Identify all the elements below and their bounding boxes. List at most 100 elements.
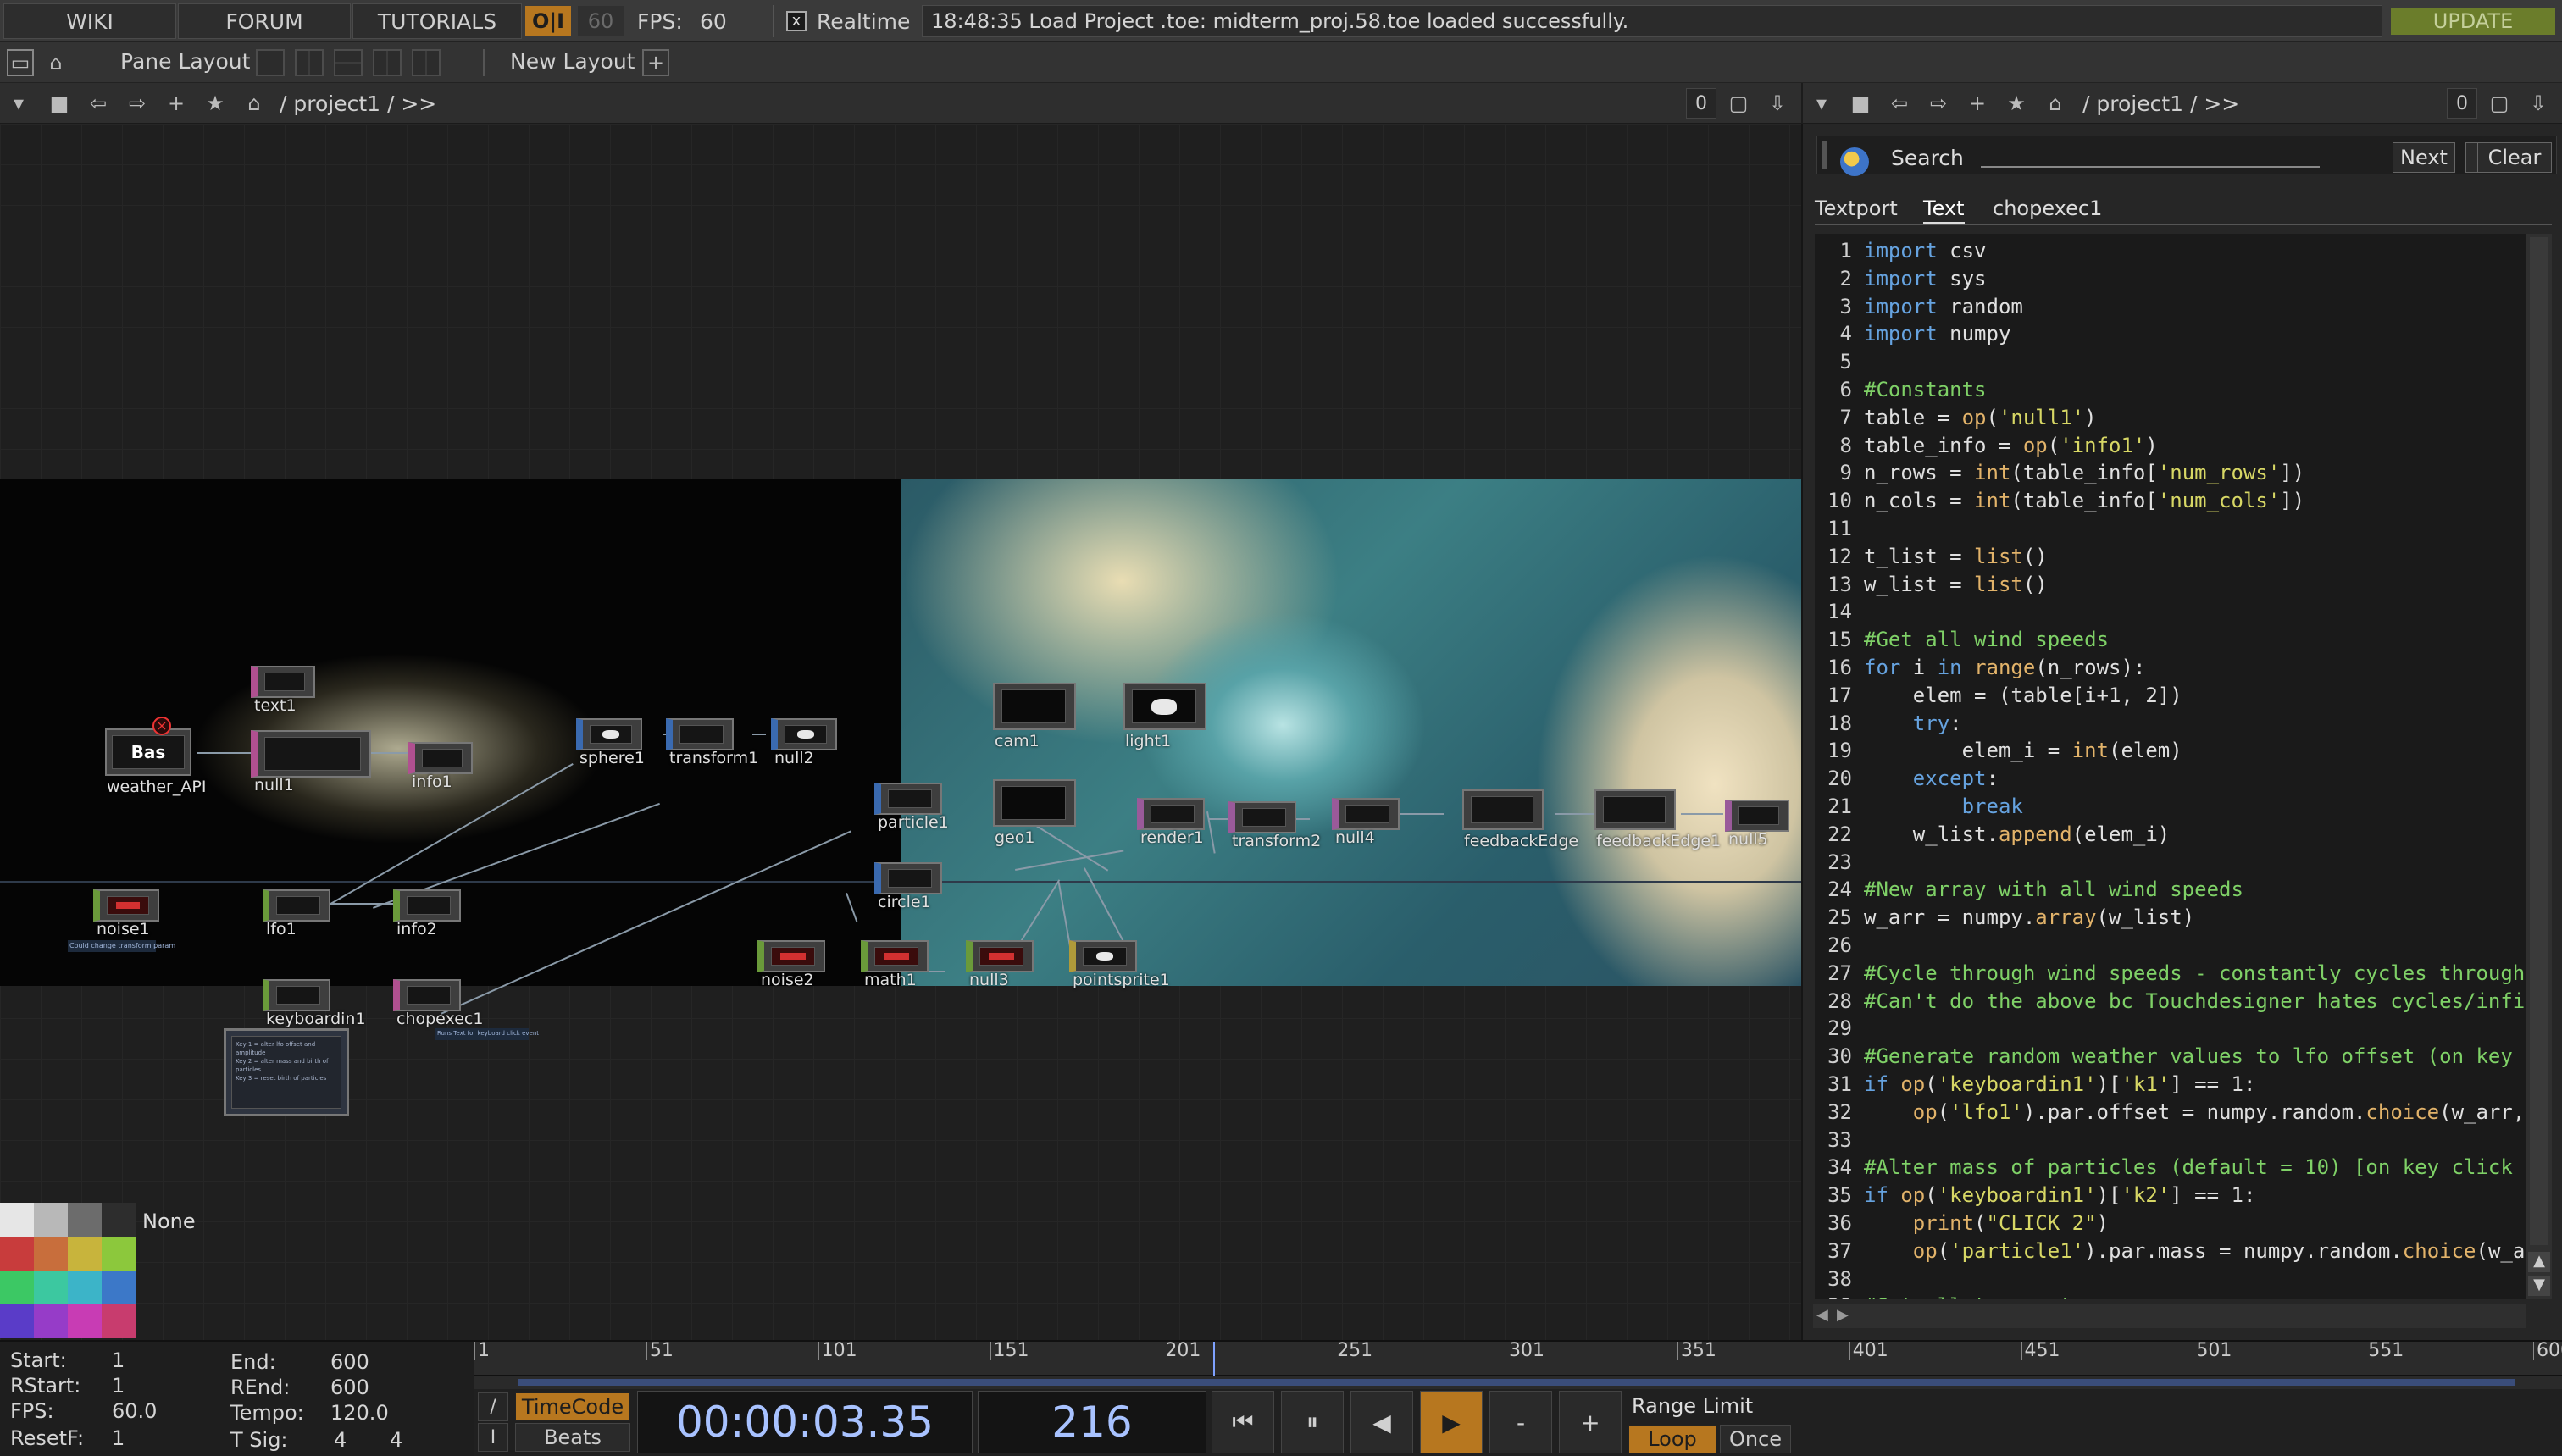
scroll-down-icon[interactable]: ▼ xyxy=(2528,1276,2550,1296)
node-geo1[interactable] xyxy=(993,779,1076,827)
maximize-icon[interactable]: ▢ xyxy=(1723,88,1754,119)
palette-swatch[interactable] xyxy=(102,1304,136,1338)
layout-single-button[interactable] xyxy=(256,49,285,76)
timecode-display[interactable]: 00:00:03.35 xyxy=(637,1391,973,1453)
maximize-icon[interactable]: ▢ xyxy=(2484,88,2515,119)
code-line[interactable]: 11 xyxy=(1815,517,1864,544)
node-pointsprite1[interactable] xyxy=(1069,940,1137,972)
network-editor[interactable]: text1 Bas × weather_API null1 info1 sphe… xyxy=(0,124,1801,1340)
code-line[interactable]: 10 n_cols = int(table_info['num_cols']) xyxy=(1815,489,2304,516)
step-back-button[interactable]: ◀ xyxy=(1350,1391,1413,1453)
network-path[interactable]: / project1 / >> xyxy=(280,91,436,116)
code-line[interactable]: 23 xyxy=(1815,850,1864,877)
node-null5[interactable] xyxy=(1725,800,1789,832)
code-line[interactable]: 16 for i in range(n_rows): xyxy=(1815,656,2145,683)
star-icon[interactable]: ★ xyxy=(2001,88,2032,119)
palette-swatch[interactable] xyxy=(68,1271,102,1304)
horizontal-scrollbar[interactable]: ◀ ▶ xyxy=(1813,1304,2526,1328)
code-line[interactable]: 18 try: xyxy=(1815,711,1962,739)
forward-icon[interactable]: ⇨ xyxy=(122,88,152,119)
node-feedbackedge[interactable] xyxy=(1462,789,1544,830)
code-line[interactable]: 25 w_arr = numpy.array(w_list) xyxy=(1815,905,2194,933)
node-null4[interactable] xyxy=(1332,798,1400,830)
end-value[interactable]: 600 xyxy=(330,1350,369,1374)
code-line[interactable]: 7 table = op('null1') xyxy=(1815,406,2097,433)
palette-swatch[interactable] xyxy=(34,1237,68,1271)
timecode-button[interactable]: TimeCode xyxy=(515,1392,630,1421)
code-line[interactable]: 29 xyxy=(1815,1016,1864,1044)
node-particle1[interactable] xyxy=(874,783,942,815)
dropdown-icon[interactable]: ▾ xyxy=(3,88,34,119)
palette-swatch[interactable] xyxy=(68,1237,102,1271)
viewer-count[interactable]: 0 xyxy=(1686,88,1716,119)
code-line[interactable]: 5 xyxy=(1815,350,1864,377)
clear-button[interactable]: Clear xyxy=(2477,142,2552,173)
tsig-denominator[interactable]: 4 xyxy=(390,1428,402,1452)
palette-swatch[interactable] xyxy=(34,1304,68,1338)
code-line[interactable]: 21 break xyxy=(1815,794,2023,822)
node-info2[interactable] xyxy=(393,889,461,922)
code-line[interactable]: 9 n_rows = int(table_info['num_rows']) xyxy=(1815,461,2305,488)
next-button[interactable]: Next xyxy=(2393,142,2455,173)
code-line[interactable]: 15 #Get all wind speeds xyxy=(1815,628,2109,655)
code-line[interactable]: 4 import numpy xyxy=(1815,322,2011,349)
resetf-value[interactable]: 1 xyxy=(112,1426,125,1450)
node-info1[interactable] xyxy=(408,742,473,774)
code-line[interactable]: 1 import csv xyxy=(1815,239,1987,266)
update-button[interactable]: UPDATE xyxy=(2391,8,2555,35)
node-lfo1[interactable] xyxy=(263,889,330,922)
node-noise2[interactable] xyxy=(757,940,825,972)
step-minus-button[interactable]: - xyxy=(1489,1391,1552,1453)
code-line[interactable]: 28 #Can't do the above bc Touchdesigner h… xyxy=(1815,989,2537,1016)
pause-button[interactable]: ⏸ xyxy=(1281,1391,1344,1453)
stop-icon[interactable]: ■ xyxy=(44,88,75,119)
scroll-right-icon[interactable]: ▶ xyxy=(1837,1306,1849,1324)
node-transform2[interactable] xyxy=(1228,801,1296,833)
rstart-value[interactable]: 1 xyxy=(112,1374,125,1398)
frame-display[interactable]: 216 xyxy=(978,1391,1206,1453)
tab-textport[interactable]: Textport xyxy=(1815,197,1898,220)
back-icon[interactable]: ⇦ xyxy=(83,88,114,119)
layout-three-button[interactable] xyxy=(373,49,402,76)
palette-swatch[interactable] xyxy=(0,1237,34,1271)
code-line[interactable]: 36 print("CLICK 2") xyxy=(1815,1211,2109,1238)
scrollbar-thumb[interactable] xyxy=(2530,237,2548,1245)
code-line[interactable]: 6 #Constants xyxy=(1815,378,1987,405)
node-circle1[interactable] xyxy=(874,862,942,894)
import-icon[interactable]: ⇩ xyxy=(1762,88,1793,119)
fps-target[interactable]: 60 xyxy=(578,6,624,36)
node-noise1[interactable] xyxy=(93,889,159,922)
code-editor[interactable]: 1 import csv 2 import sys 3 import random 4 imp… xyxy=(1815,234,2547,1299)
play-button[interactable]: ▶ xyxy=(1420,1391,1483,1453)
palette-swatch[interactable] xyxy=(0,1304,34,1338)
node-null1[interactable] xyxy=(251,730,371,778)
node-text1[interactable] xyxy=(251,666,315,698)
palette-swatch[interactable] xyxy=(34,1203,68,1237)
code-line[interactable]: 34 #Alter mass of particles (default = 10… xyxy=(1815,1155,2537,1182)
palette-swatch[interactable] xyxy=(0,1271,34,1304)
code-line[interactable]: 39 #Get all temperatures xyxy=(1815,1294,2121,1299)
home-icon[interactable]: ⌂ xyxy=(239,88,269,119)
palette-swatch[interactable] xyxy=(68,1304,102,1338)
add-icon[interactable]: + xyxy=(1962,88,1993,119)
code-line[interactable]: 24 #New array with all wind speeds xyxy=(1815,877,2243,905)
node-keyboardin1[interactable] xyxy=(263,979,330,1011)
code-line[interactable]: 26 xyxy=(1815,933,1864,961)
scroll-left-icon[interactable]: ◀ xyxy=(1816,1306,1828,1324)
layout-four-button[interactable] xyxy=(412,49,441,76)
layout-split-vertical-button[interactable] xyxy=(295,49,324,76)
node-null3[interactable] xyxy=(966,940,1034,972)
node-render1[interactable] xyxy=(1137,798,1205,830)
back-icon[interactable]: ⇦ xyxy=(1884,88,1915,119)
node-math1[interactable] xyxy=(861,940,929,972)
code-line[interactable]: 20 except: xyxy=(1815,767,1999,794)
add-icon[interactable]: + xyxy=(161,88,191,119)
beats-button[interactable]: Beats xyxy=(515,1423,630,1452)
rewind-to-start-button[interactable]: ⏮ xyxy=(1212,1391,1274,1453)
code-line[interactable]: 31 if op('keyboardin1')['k1'] == 1: xyxy=(1815,1072,2255,1099)
code-line[interactable]: 30 #Generate random weather values to lfo… xyxy=(1815,1044,2537,1071)
code-line[interactable]: 8 table_info = op('info1') xyxy=(1815,434,2158,461)
palette-swatch[interactable] xyxy=(34,1271,68,1304)
code-line[interactable]: 22 w_list.append(elem_i) xyxy=(1815,822,2170,850)
code-line[interactable]: 32 op('lfo1').par.offset = numpy.random.… xyxy=(1815,1100,2525,1127)
